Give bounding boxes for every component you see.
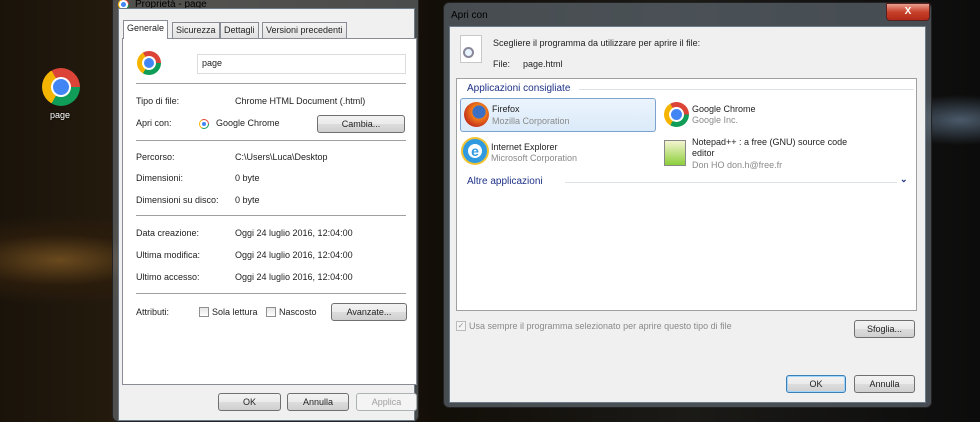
file-type-label: Tipo di file: — [136, 96, 180, 106]
firefox-icon — [464, 102, 489, 127]
app-vendor: Mozilla Corporation — [492, 116, 570, 126]
file-label: File: — [493, 59, 511, 69]
app-firefox[interactable]: Firefox Mozilla Corporation — [460, 98, 656, 132]
app-vendor: Google Inc. — [692, 115, 739, 125]
app-name: Notepad++ : a free (GNU) source code edi… — [692, 137, 848, 158]
accessed-value: Oggi 24 luglio 2016, 12:04:00 — [235, 272, 353, 282]
hidden-checkbox[interactable] — [266, 307, 276, 317]
size-value: 0 byte — [235, 173, 260, 183]
readonly-checkbox[interactable] — [199, 307, 209, 317]
size-label: Dimensioni: — [136, 173, 184, 183]
chrome-icon — [42, 68, 80, 106]
window-title: Apri con — [451, 10, 488, 21]
app-google-chrome[interactable]: Google Chrome Google Inc. — [661, 98, 861, 132]
cancel-button[interactable]: Annulla — [854, 375, 915, 393]
cancel-button[interactable]: Annulla — [287, 393, 349, 411]
advanced-button[interactable]: Avanzate... — [331, 303, 407, 321]
ok-button[interactable]: OK — [786, 375, 846, 393]
internet-explorer-icon: e — [463, 139, 487, 163]
close-button[interactable]: X — [886, 3, 930, 21]
chrome-icon — [199, 119, 209, 129]
general-panel: page Tipo di file: Chrome HTML Document … — [122, 38, 417, 385]
ok-button[interactable]: OK — [218, 393, 281, 411]
filename-input[interactable]: page — [197, 54, 406, 74]
open-with-label: Apri con: — [136, 118, 172, 128]
hidden-label: Nascosto — [279, 307, 317, 317]
created-label: Data creazione: — [136, 228, 200, 238]
browse-button[interactable]: Sfoglia... — [854, 320, 915, 338]
app-vendor: Microsoft Corporation — [491, 153, 578, 163]
path-label: Percorso: — [136, 152, 175, 162]
tab-sicurezza[interactable]: Sicurezza — [172, 22, 220, 38]
prompt-text: Scegliere il programma da utilizzare per… — [493, 38, 701, 48]
search-file-icon — [460, 35, 482, 63]
other-apps-header[interactable]: Altre applicazioni — [467, 176, 543, 187]
modified-label: Ultima modifica: — [136, 250, 201, 260]
desktop-icon-page[interactable]: page — [38, 66, 84, 122]
path-value: C:\Users\Luca\Desktop — [235, 152, 328, 162]
always-use-label: Usa sempre il programma selezionato per … — [469, 321, 732, 331]
notepad-plus-plus-icon — [664, 140, 686, 166]
apply-button[interactable]: Applica — [356, 393, 417, 411]
app-name: Firefox — [492, 104, 520, 114]
tab-dettagli[interactable]: Dettagli — [220, 22, 259, 38]
disk-size-value: 0 byte — [235, 195, 260, 205]
open-with-value: Google Chrome — [216, 118, 280, 128]
accessed-label: Ultimo accesso: — [136, 272, 200, 282]
change-button[interactable]: Cambia... — [317, 115, 405, 133]
created-value: Oggi 24 luglio 2016, 12:04:00 — [235, 228, 353, 238]
tab-versioni-precedenti[interactable]: Versioni precedenti — [262, 22, 347, 38]
app-vendor: Don HO don.h@free.fr — [692, 160, 783, 170]
readonly-label: Sola lettura — [212, 307, 258, 317]
desktop-icon-label: page — [50, 110, 71, 120]
file-value: page.html — [523, 59, 563, 69]
chevron-down-icon[interactable]: ⌄ — [900, 174, 908, 185]
recommended-header: Applicazioni consigliate — [467, 83, 571, 94]
close-icon: X — [904, 6, 912, 17]
chrome-icon — [664, 102, 689, 127]
disk-size-label: Dimensioni su disco: — [136, 195, 219, 205]
programs-list[interactable]: Applicazioni consigliate Firefox Mozilla… — [456, 78, 917, 311]
modified-value: Oggi 24 luglio 2016, 12:04:00 — [235, 250, 353, 260]
app-notepad-plus-plus[interactable]: Notepad++ : a free (GNU) source code edi… — [661, 135, 881, 173]
app-name: Google Chrome — [692, 104, 756, 114]
always-use-checkbox[interactable]: ✓ — [456, 321, 466, 331]
app-internet-explorer[interactable]: e Internet Explorer Microsoft Corporatio… — [460, 135, 656, 169]
file-chrome-icon — [137, 51, 161, 75]
tab-generale[interactable]: Generale — [123, 20, 169, 39]
attributes-label: Attributi: — [136, 307, 170, 317]
app-name: Internet Explorer — [491, 142, 558, 152]
file-type-value: Chrome HTML Document (.html) — [235, 96, 366, 106]
